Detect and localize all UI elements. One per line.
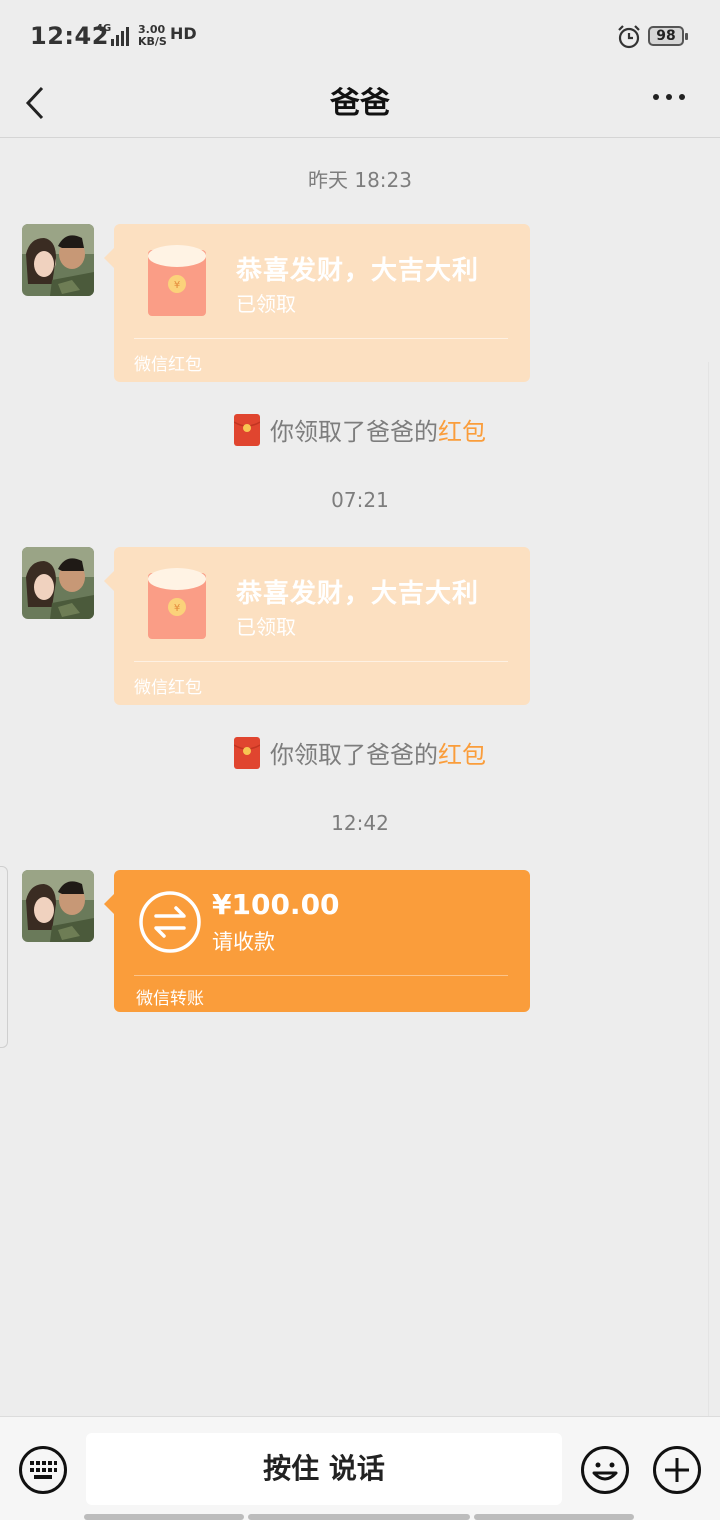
divider (134, 661, 508, 662)
network-speed: 3.00 KB/S (138, 23, 167, 48)
transfer-message[interactable]: ¥100.00 请收款 微信转账 (104, 870, 530, 1012)
red-packet-title: 恭喜发财，大吉大利 (236, 256, 480, 286)
transfer-note: 请收款 (212, 930, 275, 954)
avatar-photo (22, 870, 94, 942)
red-packet-icon: ¥ (148, 568, 206, 639)
svg-text:¥: ¥ (174, 603, 180, 614)
red-packet-footer: 微信红包 (134, 355, 202, 375)
hold-to-talk-button[interactable]: 按住 说话 (86, 1433, 562, 1505)
transfer-icon (139, 891, 201, 953)
avatar-photo (22, 547, 94, 619)
nav-bar: 爸爸 (0, 70, 720, 138)
network-type: 4G (96, 23, 112, 34)
divider (134, 338, 508, 339)
svg-text:¥: ¥ (174, 280, 180, 291)
avatar[interactable] (22, 870, 94, 942)
timestamp: 07:21 (331, 488, 389, 512)
bottom-edge (248, 1514, 470, 1520)
hd-indicator: HD (170, 24, 197, 43)
red-packet-small-icon (234, 737, 260, 769)
divider (134, 975, 508, 976)
avatar[interactable] (22, 547, 94, 619)
avatar[interactable] (22, 224, 94, 296)
avatar-photo (22, 224, 94, 296)
red-packet-status: 已领取 (236, 292, 296, 316)
scroll-track (708, 362, 709, 1422)
timestamp: 昨天 18:23 (308, 168, 412, 192)
red-packet-small-icon (234, 414, 260, 446)
more-icon[interactable] (644, 82, 694, 122)
red-packet-link[interactable]: 红包 (438, 418, 486, 446)
alarm-icon (618, 25, 640, 49)
red-packet-message[interactable]: ¥ 恭喜发财，大吉大利 已领取 微信红包 (104, 547, 530, 705)
plus-icon[interactable] (652, 1445, 702, 1495)
red-packet-footer: 微信红包 (134, 678, 202, 698)
transfer-footer: 微信转账 (136, 989, 204, 1009)
signal-icon (111, 27, 129, 46)
chat-title: 爸爸 (330, 86, 390, 121)
red-packet-status: 已领取 (236, 615, 296, 639)
system-notice: 你领取了爸爸的红包 (0, 735, 720, 770)
keyboard-icon[interactable] (18, 1445, 68, 1495)
input-bar: 按住 说话 (0, 1416, 720, 1520)
transfer-amount: ¥100.00 (212, 888, 340, 921)
timestamp: 12:42 (331, 811, 389, 835)
side-panel-handle[interactable] (0, 866, 8, 1048)
emoji-icon[interactable] (580, 1445, 630, 1495)
bottom-edge (474, 1514, 634, 1520)
bottom-edge (84, 1514, 244, 1520)
status-bar: 12:42 4G 3.00 KB/S HD 98 (0, 0, 720, 70)
battery-indicator: 98 (648, 26, 688, 46)
red-packet-icon: ¥ (148, 245, 206, 316)
red-packet-link[interactable]: 红包 (438, 741, 486, 769)
red-packet-message[interactable]: ¥ 恭喜发财，大吉大利 已领取 微信红包 (104, 224, 530, 382)
system-notice: 你领取了爸爸的红包 (0, 412, 720, 447)
red-packet-title: 恭喜发财，大吉大利 (236, 579, 480, 609)
